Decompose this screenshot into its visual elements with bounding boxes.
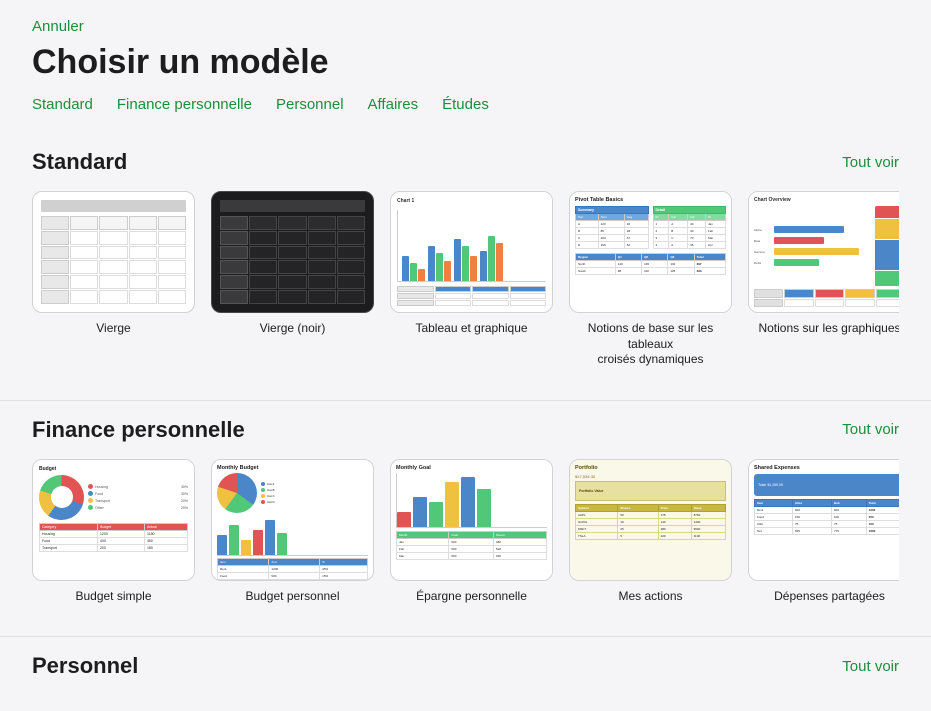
- template-pivot[interactable]: Pivot Table Basics Summary CatSumAvg A12…: [569, 191, 732, 368]
- template-label-shared: Dépenses partagées: [774, 589, 885, 605]
- template-label-portfolio: Mes actions: [618, 589, 682, 605]
- template-thumb-shared: Shared Expenses Total: $1,250.00 Item Al…: [748, 459, 899, 581]
- template-vierge[interactable]: Vierge: [32, 191, 195, 368]
- finance-templates-row: Budget Housing 30%: [32, 459, 899, 621]
- template-label-vierge: Vierge: [96, 321, 130, 337]
- template-thumb-vierge: [32, 191, 195, 313]
- template-thumb-hbar: Chart Overview Alpha Beta: [748, 191, 899, 313]
- standard-tout-voir[interactable]: Tout voir: [842, 154, 899, 171]
- template-label-savings: Épargne personnelle: [416, 589, 527, 605]
- personnel-section: Personnel Tout voir: [0, 636, 931, 711]
- template-label-budget-simple: Budget simple: [75, 589, 151, 605]
- template-thumb-savings: Monthly Goal MonthGoalSaved Jan500480: [390, 459, 553, 581]
- tab-affaires[interactable]: Affaires: [368, 96, 419, 113]
- template-thumb-budget-simple: Budget Housing 30%: [32, 459, 195, 581]
- template-savings[interactable]: Monthly Goal MonthGoalSaved Jan500480: [390, 459, 553, 605]
- tab-standard[interactable]: Standard: [32, 96, 93, 113]
- template-budget-simple[interactable]: Budget Housing 30%: [32, 459, 195, 605]
- template-hbar[interactable]: Chart Overview Alpha Beta: [748, 191, 899, 368]
- template-thumb-chart: Chart 1: [390, 191, 553, 313]
- template-label-budget-personnel: Budget personnel: [245, 589, 339, 605]
- template-thumb-pivot: Pivot Table Basics Summary CatSumAvg A12…: [569, 191, 732, 313]
- personnel-section-title: Personnel: [32, 653, 138, 679]
- template-thumb-budget-personnel: Monthly Budget Cat A Cat B Cat C Cat D: [211, 459, 374, 581]
- annuler-button[interactable]: Annuler: [32, 18, 84, 35]
- standard-templates-row: Vierge: [32, 191, 899, 384]
- template-portfolio[interactable]: Portfolio $17,534.30 Portfolio Value Sym…: [569, 459, 732, 605]
- finance-section: Finance personnelle Tout voir Budget: [0, 400, 931, 637]
- template-thumb-portfolio: Portfolio $17,534.30 Portfolio Value Sym…: [569, 459, 732, 581]
- template-chart[interactable]: Chart 1: [390, 191, 553, 368]
- category-tabs: Standard Finance personnelle Personnel A…: [32, 96, 899, 113]
- finance-tout-voir[interactable]: Tout voir: [842, 421, 899, 438]
- standard-section: Standard Tout voir: [0, 133, 931, 400]
- template-label-pivot: Notions de base sur les tableaux croisés…: [569, 321, 732, 368]
- standard-section-title: Standard: [32, 149, 127, 175]
- page-title: Choisir un modèle: [32, 43, 899, 82]
- personnel-tout-voir[interactable]: Tout voir: [842, 658, 899, 675]
- tab-personnel[interactable]: Personnel: [276, 96, 344, 113]
- template-label-chart: Tableau et graphique: [415, 321, 527, 337]
- template-label-hbar: Notions sur les graphiques: [758, 321, 899, 337]
- template-thumb-vierge-noir: [211, 191, 374, 313]
- template-shared[interactable]: Shared Expenses Total: $1,250.00 Item Al…: [748, 459, 899, 605]
- tab-etudes[interactable]: Études: [442, 96, 489, 113]
- template-label-vierge-noir: Vierge (noir): [260, 321, 326, 337]
- finance-section-title: Finance personnelle: [32, 417, 245, 443]
- template-budget-personnel[interactable]: Monthly Budget Cat A Cat B Cat C Cat D: [211, 459, 374, 605]
- tab-finance[interactable]: Finance personnelle: [117, 96, 252, 113]
- template-vierge-noir[interactable]: Vierge (noir): [211, 191, 374, 368]
